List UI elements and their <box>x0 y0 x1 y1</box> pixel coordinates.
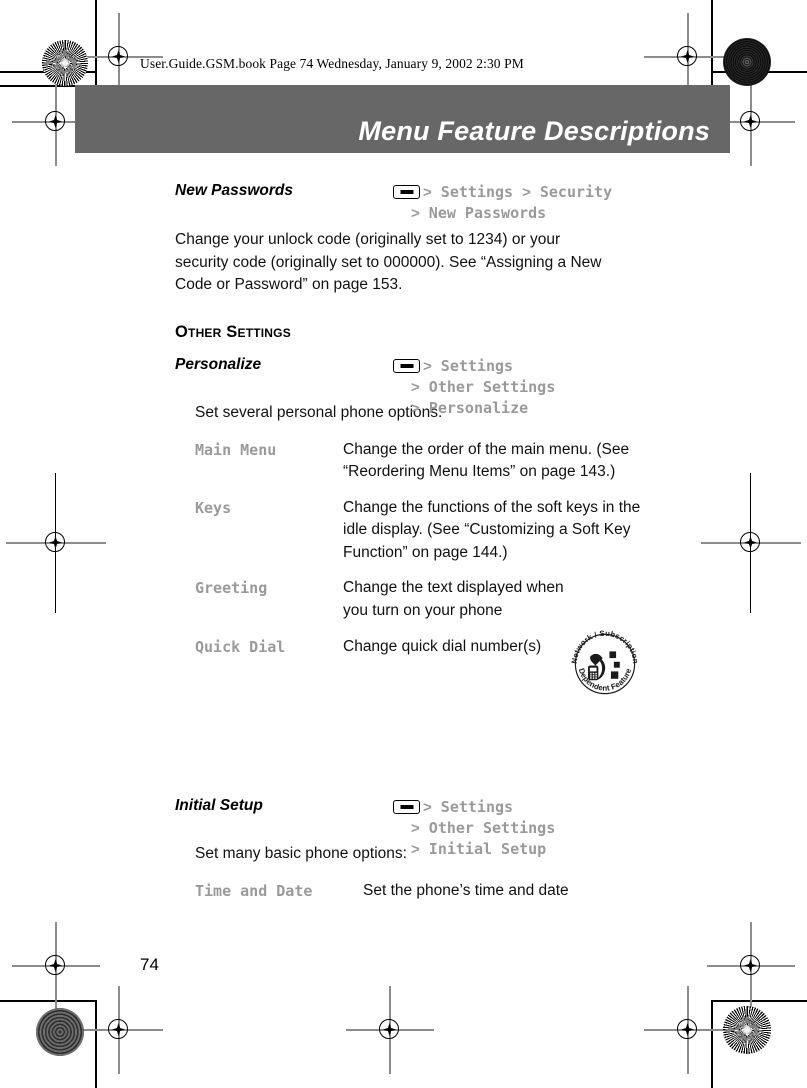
trim-line-bottom-horizontal-right <box>712 1000 807 1002</box>
feature-header: New Passwords > Settings > Security > Ne… <box>175 182 735 222</box>
path-separator: > <box>423 358 432 375</box>
option-description-main-menu: Change the order of the main menu. (See … <box>343 440 630 481</box>
registration-mark-left-middle <box>6 473 106 613</box>
option-row-quick-dial: Quick Dial Change quick dial number(s) <box>195 636 735 659</box>
print-calibration-target-bottom-right <box>723 1006 771 1054</box>
path-separator: > <box>411 205 420 222</box>
feature-block-personalize: Personalize > Settings > Other Settings … <box>175 356 735 659</box>
print-density-target-bottom-left <box>36 1008 84 1056</box>
menu-path-line: > Settings > Security <box>393 182 733 203</box>
menu-path-new-passwords: > Settings > Security > New Passwords <box>393 182 733 224</box>
feature-description-new-passwords: Change your unlock code (originally set … <box>175 231 602 293</box>
path-separator: > <box>423 799 432 816</box>
menu-path-line: > Settings <box>393 797 733 818</box>
path-separator: > <box>423 184 432 201</box>
registration-mark-top-right-outer <box>707 78 795 166</box>
menu-key-icon <box>393 359 420 373</box>
menu-path-line: > Other Settings <box>393 377 733 398</box>
print-calibration-target-top-left <box>42 40 88 86</box>
feature-header: Initial Setup > Settings > Other Setting… <box>175 797 735 858</box>
option-name-time-and-date: Time and Date <box>195 881 313 900</box>
registration-mark-bottom-right-inner <box>644 986 732 1074</box>
running-header-text: User.Guide.GSM.book Page 74 Wednesday, J… <box>140 56 524 71</box>
option-description-quick-dial: Change quick dial number(s) <box>343 638 542 655</box>
registration-mark-top-left-inner <box>75 13 163 101</box>
registration-mark-top-right-inner <box>644 13 732 101</box>
svg-text:Dependent Feature: Dependent Feature <box>577 667 633 693</box>
option-name-main-menu: Main Menu <box>195 440 277 459</box>
path-segment-security: Security <box>539 183 613 201</box>
registration-mark-top-left-outer <box>12 78 100 166</box>
menu-path-line: > Personalize <box>393 398 733 419</box>
feature-name-personalize: Personalize <box>175 356 262 373</box>
chapter-title-text: Menu Feature Descriptions <box>358 116 710 146</box>
feature-header: Personalize > Settings > Other Settings … <box>175 356 735 417</box>
menu-key-icon <box>393 185 420 199</box>
registration-mark-bottom-left-inner <box>75 986 163 1074</box>
path-separator: > <box>411 841 420 858</box>
path-segment-personalize: Personalize <box>428 399 529 417</box>
option-name-keys: Keys <box>195 498 232 517</box>
option-description-keys: Change the functions of the soft keys in… <box>343 498 641 561</box>
print-density-target-top-right <box>723 38 771 86</box>
menu-path-line: > Settings <box>393 356 733 377</box>
registration-mark-bottom-left-outer <box>12 922 100 1010</box>
option-row-time-and-date: Time and Date Set the phone’s time and d… <box>195 880 735 903</box>
menu-path-line: > Initial Setup <box>393 839 733 860</box>
menu-key-icon <box>393 800 420 814</box>
menu-path-line: > Other Settings <box>393 818 733 839</box>
feature-block-initial-setup: Initial Setup > Settings > Other Setting… <box>175 797 735 902</box>
path-segment-settings: Settings <box>440 357 514 375</box>
page-number: 74 <box>140 955 159 974</box>
option-name-quick-dial: Quick Dial <box>195 638 286 656</box>
trim-line-right-vertical-bottom <box>711 1000 713 1088</box>
path-segment-initial-setup: Initial Setup <box>428 840 547 858</box>
option-row-greeting: Greeting Change the text displayed when … <box>195 577 735 622</box>
path-segment-settings: Settings <box>440 798 514 816</box>
option-description-time-and-date: Set the phone’s time and date <box>363 881 569 899</box>
feature-name-initial-setup: Initial Setup <box>175 797 263 814</box>
menu-path-personalize: > Settings > Other Settings > Personaliz… <box>393 356 733 419</box>
path-segment-new-passwords: New Passwords <box>428 204 547 222</box>
option-row-main-menu: Main Menu Change the order of the main m… <box>195 439 735 484</box>
path-separator: > <box>411 400 420 417</box>
registration-mark-bottom-right-outer <box>707 922 795 1010</box>
option-description-greeting: Change the text displayed when you turn … <box>343 579 564 619</box>
section-heading-other-settings: Other Settings <box>175 323 291 341</box>
path-separator: > <box>411 379 420 396</box>
chapter-title-band: Menu Feature Descriptions <box>75 85 730 153</box>
feature-block-new-passwords: New Passwords > Settings > Security > Ne… <box>175 182 735 297</box>
trim-line-bottom-horizontal-left <box>0 1000 96 1002</box>
document-page: User.Guide.GSM.book Page 74 Wednesday, J… <box>0 0 807 1088</box>
menu-path-line: > New Passwords <box>393 203 733 224</box>
option-name-greeting: Greeting <box>195 579 268 597</box>
network-subscription-dependent-feature-icon: Network / Subscription Dependent Feature <box>568 627 642 701</box>
registration-mark-right-middle <box>701 473 801 613</box>
option-row-keys: Keys Change the functions of the soft ke… <box>195 497 735 565</box>
path-segment-settings: Settings <box>440 183 514 201</box>
feature-name-new-passwords: New Passwords <box>175 182 294 199</box>
path-separator: > <box>411 820 420 837</box>
menu-path-initial-setup: > Settings > Other Settings > Initial Se… <box>393 797 733 860</box>
path-segment-other-settings: Other Settings <box>428 378 556 396</box>
registration-mark-bottom-center <box>346 986 434 1074</box>
path-segment-other-settings: Other Settings <box>428 819 556 837</box>
path-separator: > <box>522 184 531 201</box>
trim-line-right-vertical <box>711 0 713 88</box>
